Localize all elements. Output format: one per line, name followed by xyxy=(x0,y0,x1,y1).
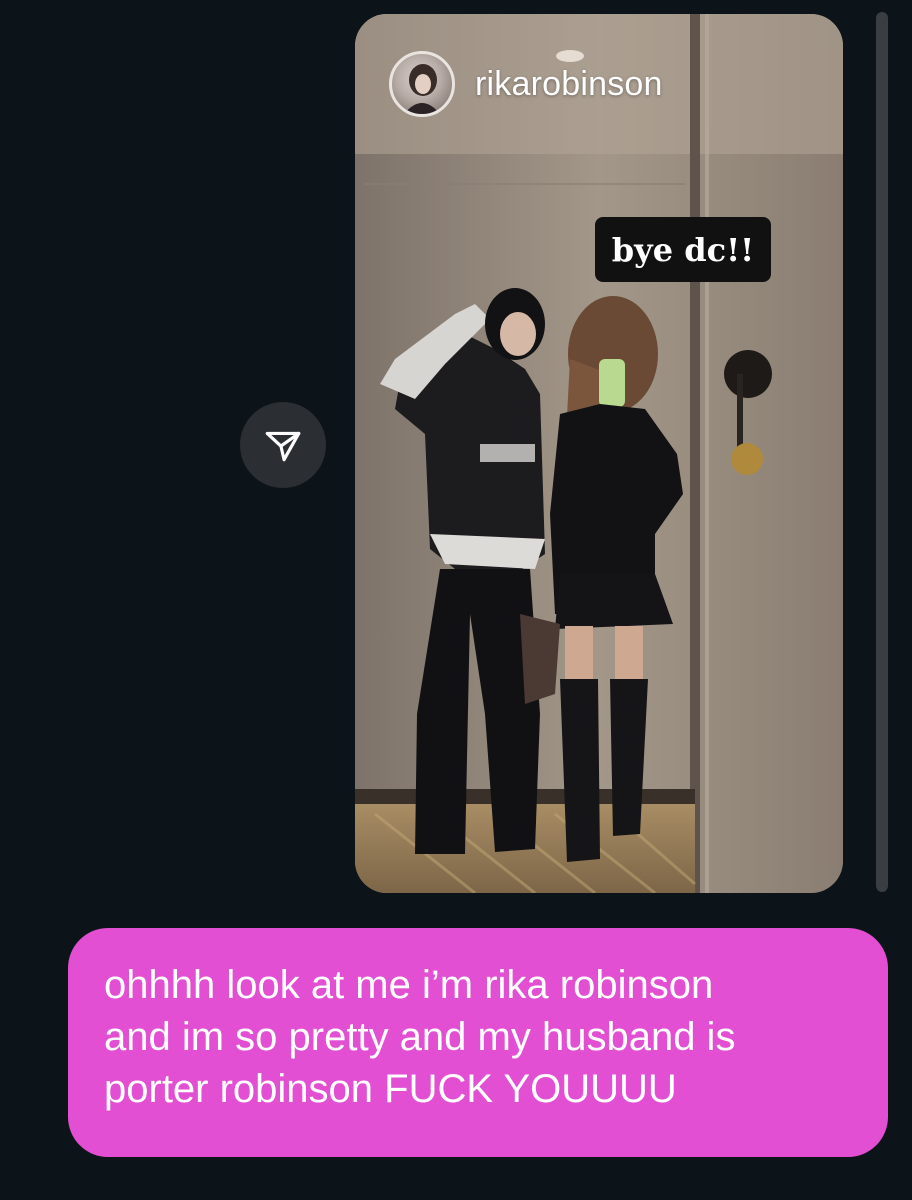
story-header[interactable]: rikarobinson xyxy=(389,48,663,120)
story-text-sticker: bye dc!! xyxy=(595,217,771,282)
message-bubble[interactable]: ohhhh look at me i’m rika robinson and i… xyxy=(68,928,888,1157)
send-paper-plane-icon xyxy=(265,431,301,462)
story-reply-preview[interactable]: rikarobinson bye dc!! xyxy=(355,14,843,893)
message-text: ohhhh look at me i’m rika robinson and i… xyxy=(104,963,736,1111)
story-username[interactable]: rikarobinson xyxy=(475,65,663,104)
scrollbar[interactable] xyxy=(876,12,888,892)
story-photo xyxy=(355,14,843,893)
avatar[interactable] xyxy=(389,51,455,117)
share-button[interactable] xyxy=(240,402,326,488)
avatar-photo xyxy=(404,64,440,114)
